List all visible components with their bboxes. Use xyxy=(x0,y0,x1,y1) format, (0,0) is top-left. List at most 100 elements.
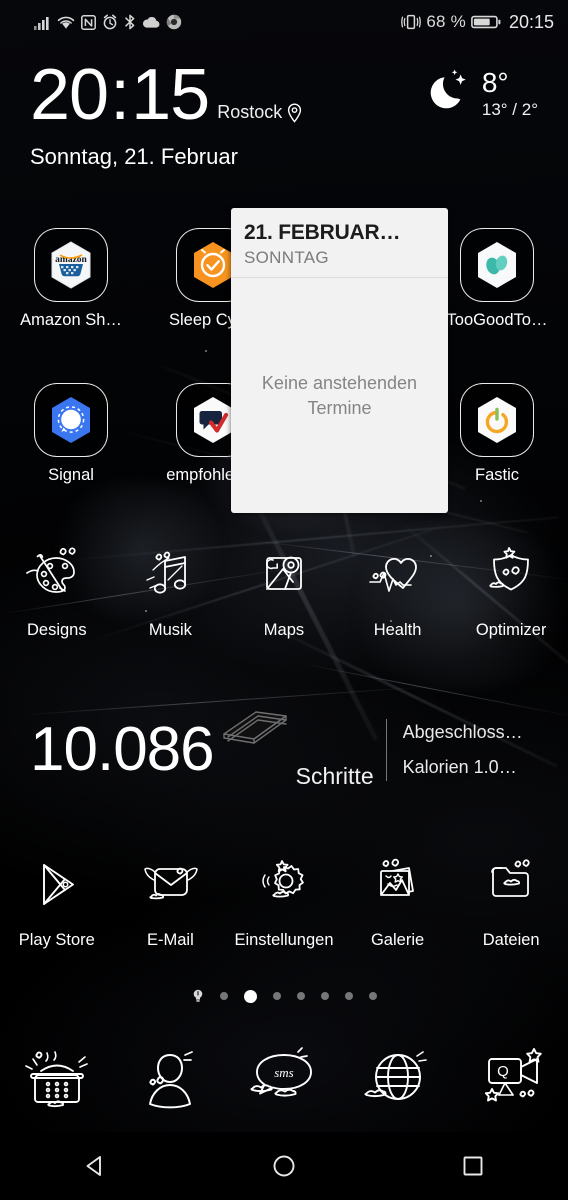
app-label: TooGoodTo… xyxy=(446,311,548,329)
vibrate-icon xyxy=(401,14,422,30)
app-dateien[interactable]: Dateien xyxy=(454,848,568,950)
gear-icon xyxy=(247,848,321,922)
app-label: Signal xyxy=(48,466,94,484)
steps-stats: Abgeschloss… Kalorien 1.0… xyxy=(403,722,523,778)
calendar-weekday: SONNTAG xyxy=(244,248,329,267)
signal-bars-icon xyxy=(34,15,51,30)
app-play-store[interactable]: Play Store xyxy=(0,848,114,950)
bluetooth-icon xyxy=(124,14,136,30)
svg-text:sms: sms xyxy=(274,1065,294,1080)
envelope-icon xyxy=(133,848,207,922)
app-maps[interactable]: Maps xyxy=(227,538,341,640)
app-designs[interactable]: Designs xyxy=(0,538,114,640)
sms-bubble-icon: sms xyxy=(240,1041,328,1117)
clock-location[interactable]: Rostock xyxy=(217,102,303,123)
app-optimizer[interactable]: Optimizer xyxy=(454,538,568,640)
status-bar-left-icons xyxy=(34,14,182,30)
gallery-icon xyxy=(361,848,435,922)
page-dot[interactable] xyxy=(296,992,305,1000)
calendar-header: 21. FEBRUAR… SONNTAG xyxy=(231,208,448,277)
page-dot-home-icon[interactable] xyxy=(192,989,204,1003)
location-pin-icon xyxy=(286,102,303,123)
battery-icon xyxy=(471,14,501,30)
moon-stars-icon xyxy=(425,68,473,116)
app-label: Musik xyxy=(148,621,192,639)
status-bar-right-icons: 68 % 20:15 xyxy=(401,12,554,33)
clock-colon: : xyxy=(110,55,130,135)
weather-current-temp: 8° xyxy=(481,67,509,98)
home-screen: 68 % 20:15 20:15 Rostock 8° 13° / 2° Son… xyxy=(0,0,568,1200)
app-musik[interactable]: Musik xyxy=(114,538,228,640)
dock-camera[interactable]: Q xyxy=(454,1026,568,1131)
clock-time[interactable]: 20:15 xyxy=(30,55,210,135)
chrome-icon xyxy=(166,14,182,30)
page-dot-active[interactable] xyxy=(243,989,257,1003)
clock-hours: 20 xyxy=(30,55,109,135)
home-button[interactable] xyxy=(189,1151,378,1181)
page-indicator[interactable] xyxy=(0,989,568,1003)
globe-icon xyxy=(356,1041,440,1117)
app-signal[interactable]: Signal xyxy=(0,383,142,485)
app-health[interactable]: Health xyxy=(341,538,455,640)
dock-browser[interactable] xyxy=(341,1026,455,1131)
video-camera-icon: Q xyxy=(469,1041,553,1117)
dock-contacts[interactable] xyxy=(114,1026,228,1131)
back-triangle-icon xyxy=(80,1151,110,1181)
calendar-body[interactable]: Keine anstehenden Termine xyxy=(231,278,448,513)
dock-phone[interactable] xyxy=(0,1026,114,1131)
svg-text:Q: Q xyxy=(497,1063,509,1080)
signal-messenger-icon xyxy=(45,394,97,446)
navigation-bar xyxy=(0,1132,568,1200)
weather-temp-range: 13° / 2° xyxy=(481,100,538,119)
app-row-3: Designs Musik Maps Health Optimizer xyxy=(0,538,568,640)
back-button[interactable] xyxy=(0,1151,189,1181)
steps-stat-calories: Kalorien 1.0… xyxy=(402,757,517,777)
dock-messages[interactable]: sms xyxy=(227,1026,341,1131)
app-email[interactable]: E-Mail xyxy=(114,848,228,950)
clock-weather-widget[interactable]: 20:15 Rostock 8° 13° / 2° Sonntag, 21. F… xyxy=(0,58,568,188)
weather-block[interactable]: 8° 13° / 2° xyxy=(425,68,538,120)
music-note-icon xyxy=(133,538,207,612)
play-store-icon xyxy=(20,848,94,922)
page-dot[interactable] xyxy=(344,992,353,1000)
app-label: Dateien xyxy=(482,931,540,949)
app-label: E-Mail xyxy=(147,931,194,949)
shield-icon xyxy=(474,538,548,612)
amazon-shopping-icon: amazon xyxy=(45,239,97,291)
battery-percent-label: 68 % xyxy=(426,12,466,31)
calendar-widget[interactable]: 21. FEBRUAR… SONNTAG Keine anstehenden T… xyxy=(231,208,448,513)
steps-widget[interactable]: 10.086 Schritte Abgeschloss… Kalorien 1.… xyxy=(0,700,568,800)
app-label: Health xyxy=(373,621,422,639)
clock-minutes: 15 xyxy=(131,55,210,135)
app-label: Amazon Sh… xyxy=(20,311,122,329)
folder-icon xyxy=(474,848,548,922)
person-icon xyxy=(128,1041,212,1117)
nfc-icon xyxy=(81,14,96,30)
steps-divider xyxy=(385,719,387,781)
app-amazon-shopping[interactable]: amazon Amazon Sh… xyxy=(0,228,142,330)
fastic-icon xyxy=(471,394,523,446)
app-label: Maps xyxy=(263,621,305,639)
page-dot[interactable] xyxy=(320,992,329,1000)
status-bar[interactable]: 68 % 20:15 xyxy=(0,0,568,44)
steps-count: 10.086 xyxy=(30,715,215,784)
book-icon xyxy=(218,706,292,754)
app-label: Optimizer xyxy=(475,621,547,639)
wifi-icon xyxy=(57,15,75,30)
too-good-to-go-icon xyxy=(471,239,523,291)
telephone-icon xyxy=(15,1041,99,1117)
page-dot[interactable] xyxy=(272,992,281,1000)
recents-button[interactable] xyxy=(379,1151,568,1181)
dock: sms Q xyxy=(0,1026,568,1131)
app-label: Einstellungen xyxy=(234,931,334,949)
app-einstellungen[interactable]: Einstellungen xyxy=(227,848,341,950)
app-galerie[interactable]: Galerie xyxy=(341,848,455,950)
alarm-clock-icon xyxy=(102,14,118,30)
app-label: Play Store xyxy=(18,931,95,949)
page-dot[interactable] xyxy=(368,992,377,1000)
steps-unit-label: Schritte xyxy=(295,763,374,789)
svg-text:amazon: amazon xyxy=(55,255,87,265)
page-dot[interactable] xyxy=(219,992,228,1000)
app-row-4: Play Store E-Mail Einstellungen Galerie … xyxy=(0,848,568,950)
heart-pulse-icon xyxy=(361,538,435,612)
